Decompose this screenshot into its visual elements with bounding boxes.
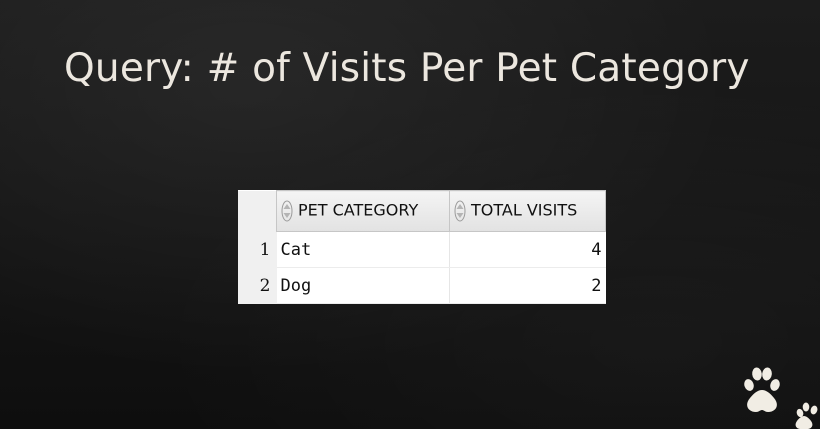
row-number-header xyxy=(238,190,277,232)
table-row[interactable]: 2 Dog 2 xyxy=(238,267,606,304)
total-visits-cell[interactable]: 2 xyxy=(449,267,606,304)
sort-icon[interactable] xyxy=(454,200,466,222)
row-number: 1 xyxy=(238,231,277,268)
sort-icon[interactable] xyxy=(281,200,293,222)
paw-print-icon xyxy=(744,367,818,429)
pet-category-cell[interactable]: Cat xyxy=(276,231,450,268)
grid-header-row: PET CATEGORY TOTAL VISITS xyxy=(238,190,606,232)
query-result-grid: PET CATEGORY TOTAL VISITS 1 Cat 4 2 Dog … xyxy=(238,190,606,304)
slide-title: Query: # of Visits Per Pet Category xyxy=(64,46,750,91)
column-header-total-visits[interactable]: TOTAL VISITS xyxy=(449,190,606,232)
total-visits-cell[interactable]: 4 xyxy=(449,231,606,268)
pet-category-cell[interactable]: Dog xyxy=(276,267,450,304)
row-number: 2 xyxy=(238,267,277,304)
table-row[interactable]: 1 Cat 4 xyxy=(238,231,606,268)
column-label-pet-category: PET CATEGORY xyxy=(298,200,419,220)
column-header-pet-category[interactable]: PET CATEGORY xyxy=(276,190,450,232)
column-label-total-visits: TOTAL VISITS xyxy=(471,200,578,220)
